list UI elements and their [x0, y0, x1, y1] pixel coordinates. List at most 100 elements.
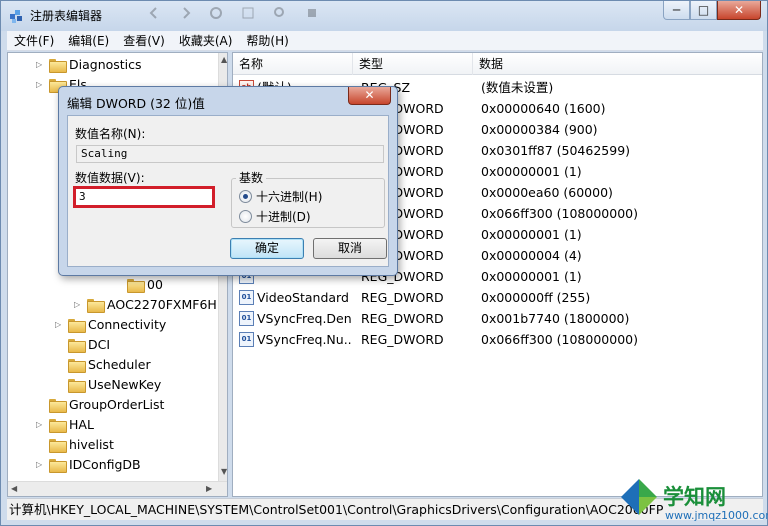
tree-item[interactable]: 00	[114, 274, 163, 294]
tools-icon	[308, 9, 316, 17]
tree-item-label: GroupOrderList	[69, 396, 165, 412]
value-type: REG_DWORD	[361, 290, 444, 305]
menu-edit[interactable]: 编辑(E)	[61, 31, 116, 51]
tree-item[interactable]: ▷ Connectivity	[55, 314, 166, 334]
value-data: 0x00000640 (1600)	[481, 101, 606, 116]
tree-item[interactable]: GroupOrderList	[36, 394, 164, 414]
expand-arrow-icon[interactable]: ▷	[55, 320, 65, 329]
radio-dec-label: 十进制(D)	[256, 210, 311, 224]
scroll-down-icon[interactable]: ▼	[221, 467, 227, 476]
value-data: 0x00000001 (1)	[481, 269, 582, 284]
value-data: 0x00000001 (1)	[481, 227, 582, 242]
close-button[interactable]: ✕	[717, 1, 761, 20]
value-row[interactable]: 01 VideoStandard REG_DWORD 0x000000ff (2…	[233, 287, 762, 308]
radio-selected-icon	[239, 190, 252, 203]
column-header-type[interactable]: 类型	[353, 53, 473, 75]
dialog-body: 数值名称(N): Scaling 数值数据(V): 3 基数 十六进制(H) 十…	[67, 115, 389, 267]
minimize-icon: ─	[672, 3, 681, 17]
ok-button[interactable]: 确定	[230, 238, 304, 259]
tree-item-label: AOC2270FXMF6H	[107, 296, 217, 312]
close-icon: ✕	[733, 3, 745, 17]
value-name: VSyncFreq.Nu...	[257, 332, 352, 347]
grid-icon	[242, 7, 254, 19]
tree-item-label: DCI	[88, 336, 111, 352]
tree-item-label: Diagnostics	[69, 56, 142, 72]
title-bar[interactable]: 注册表编辑器 ─ □ ✕	[1, 1, 767, 31]
value-data-label: 数值数据(V):	[75, 171, 145, 185]
radio-hexadecimal[interactable]: 十六进制(H)	[239, 188, 322, 205]
value-data: 0x00000384 (900)	[481, 122, 598, 137]
value-data: 0x000000ff (255)	[481, 290, 591, 305]
radio-hex-label: 十六进制(H)	[256, 190, 323, 204]
tree-item[interactable]: UseNewKey	[55, 374, 161, 394]
value-name: VSyncFreq.Den...	[257, 311, 352, 326]
scroll-left-icon[interactable]: ◀	[11, 484, 17, 493]
value-data: 0x0000ea60 (60000)	[481, 185, 613, 200]
folder-icon	[49, 58, 67, 73]
value-row[interactable]: 01 VSyncFreq.Den... REG_DWORD 0x001b7740…	[233, 308, 762, 329]
value-type: REG_DWORD	[361, 332, 444, 347]
undo-icon	[210, 7, 222, 19]
folder-icon	[49, 458, 67, 473]
tree-item[interactable]: ▷ HAL	[36, 414, 94, 434]
folder-icon	[68, 338, 86, 353]
registry-editor-window: 注册表编辑器 ─ □ ✕ 文件(F) 编辑(E) 查看(V) 收藏夹(A) 帮助…	[0, 0, 768, 526]
scroll-right-icon[interactable]: ▶	[206, 484, 212, 493]
tree-item-label: 00	[147, 276, 163, 292]
menu-favorites[interactable]: 收藏夹(A)	[172, 31, 240, 51]
expand-arrow-icon[interactable]: ▷	[36, 420, 46, 429]
tree-horizontal-scrollbar[interactable]: ◀ ▶	[8, 481, 227, 496]
value-data: 0x00000004 (4)	[481, 248, 582, 263]
maximize-button[interactable]: □	[690, 1, 717, 20]
expand-arrow-icon[interactable]: ▷	[36, 60, 46, 69]
value-data: 0x066ff300 (108000000)	[481, 332, 638, 347]
tree-item-label: IDConfigDB	[69, 456, 141, 472]
edit-dword-dialog: 编辑 DWORD (32 位)值 ✕ 数值名称(N): Scaling 数值数据…	[58, 86, 398, 276]
menu-bar: 文件(F) 编辑(E) 查看(V) 收藏夹(A) 帮助(H)	[7, 31, 763, 51]
dword-value-icon: 01	[239, 290, 254, 305]
dialog-close-button[interactable]: ✕	[348, 87, 391, 105]
expand-arrow-icon[interactable]: ▷	[36, 80, 46, 89]
tree-item-label: HAL	[69, 416, 94, 432]
tree-item[interactable]: DCI	[55, 334, 110, 354]
column-header-data[interactable]: 数据	[473, 53, 762, 75]
cancel-button[interactable]: 取消	[313, 238, 387, 259]
expand-arrow-icon[interactable]: ▷	[74, 300, 84, 309]
folder-icon	[49, 418, 67, 433]
value-row[interactable]: 01 VSyncFreq.Nu... REG_DWORD 0x066ff300 …	[233, 329, 762, 350]
folder-icon	[127, 278, 145, 293]
tree-item[interactable]: ▷ Diagnostics	[36, 54, 142, 74]
value-name-field: Scaling	[76, 145, 384, 163]
tree-item[interactable]: Scheduler	[55, 354, 151, 374]
dword-value-icon: 01	[239, 311, 254, 326]
folder-icon	[68, 318, 86, 333]
tree-item-label: Connectivity	[88, 316, 167, 332]
value-data: 0x00000001 (1)	[481, 164, 582, 179]
close-icon: ✕	[364, 88, 375, 102]
window-title: 注册表编辑器	[30, 9, 103, 23]
column-header-name[interactable]: 名称	[233, 53, 353, 75]
list-header: 名称 类型 数据	[233, 53, 762, 75]
scroll-up-icon[interactable]: ▲	[221, 55, 227, 64]
folder-icon	[68, 358, 86, 373]
menu-view[interactable]: 查看(V)	[116, 31, 172, 51]
expand-arrow-icon[interactable]: ▷	[36, 460, 46, 469]
tree-item[interactable]: ▷ IDConfigDB	[36, 454, 141, 474]
watermark-text: 学知网	[663, 485, 726, 509]
value-name-label: 数值名称(N):	[75, 127, 146, 141]
registry-editor-icon	[10, 10, 22, 23]
minimize-button[interactable]: ─	[663, 1, 690, 20]
menu-file[interactable]: 文件(F)	[7, 31, 61, 51]
window-controls: ─ □ ✕	[663, 1, 761, 20]
value-type: REG_DWORD	[361, 311, 444, 326]
tree-item[interactable]: hivelist	[36, 434, 114, 454]
menu-help[interactable]: 帮助(H)	[239, 31, 295, 51]
folder-icon	[87, 298, 105, 313]
watermark-url: www.jmqz1000.com	[665, 509, 768, 522]
value-data-input[interactable]: 3	[73, 186, 215, 208]
tree-item-label: Scheduler	[88, 356, 151, 372]
watermark-logo-icon	[621, 479, 657, 515]
base-group-title: 基数	[236, 169, 267, 186]
radio-decimal[interactable]: 十进制(D)	[239, 208, 311, 225]
tree-item[interactable]: ▷ AOC2270FXMF6H	[74, 294, 217, 314]
